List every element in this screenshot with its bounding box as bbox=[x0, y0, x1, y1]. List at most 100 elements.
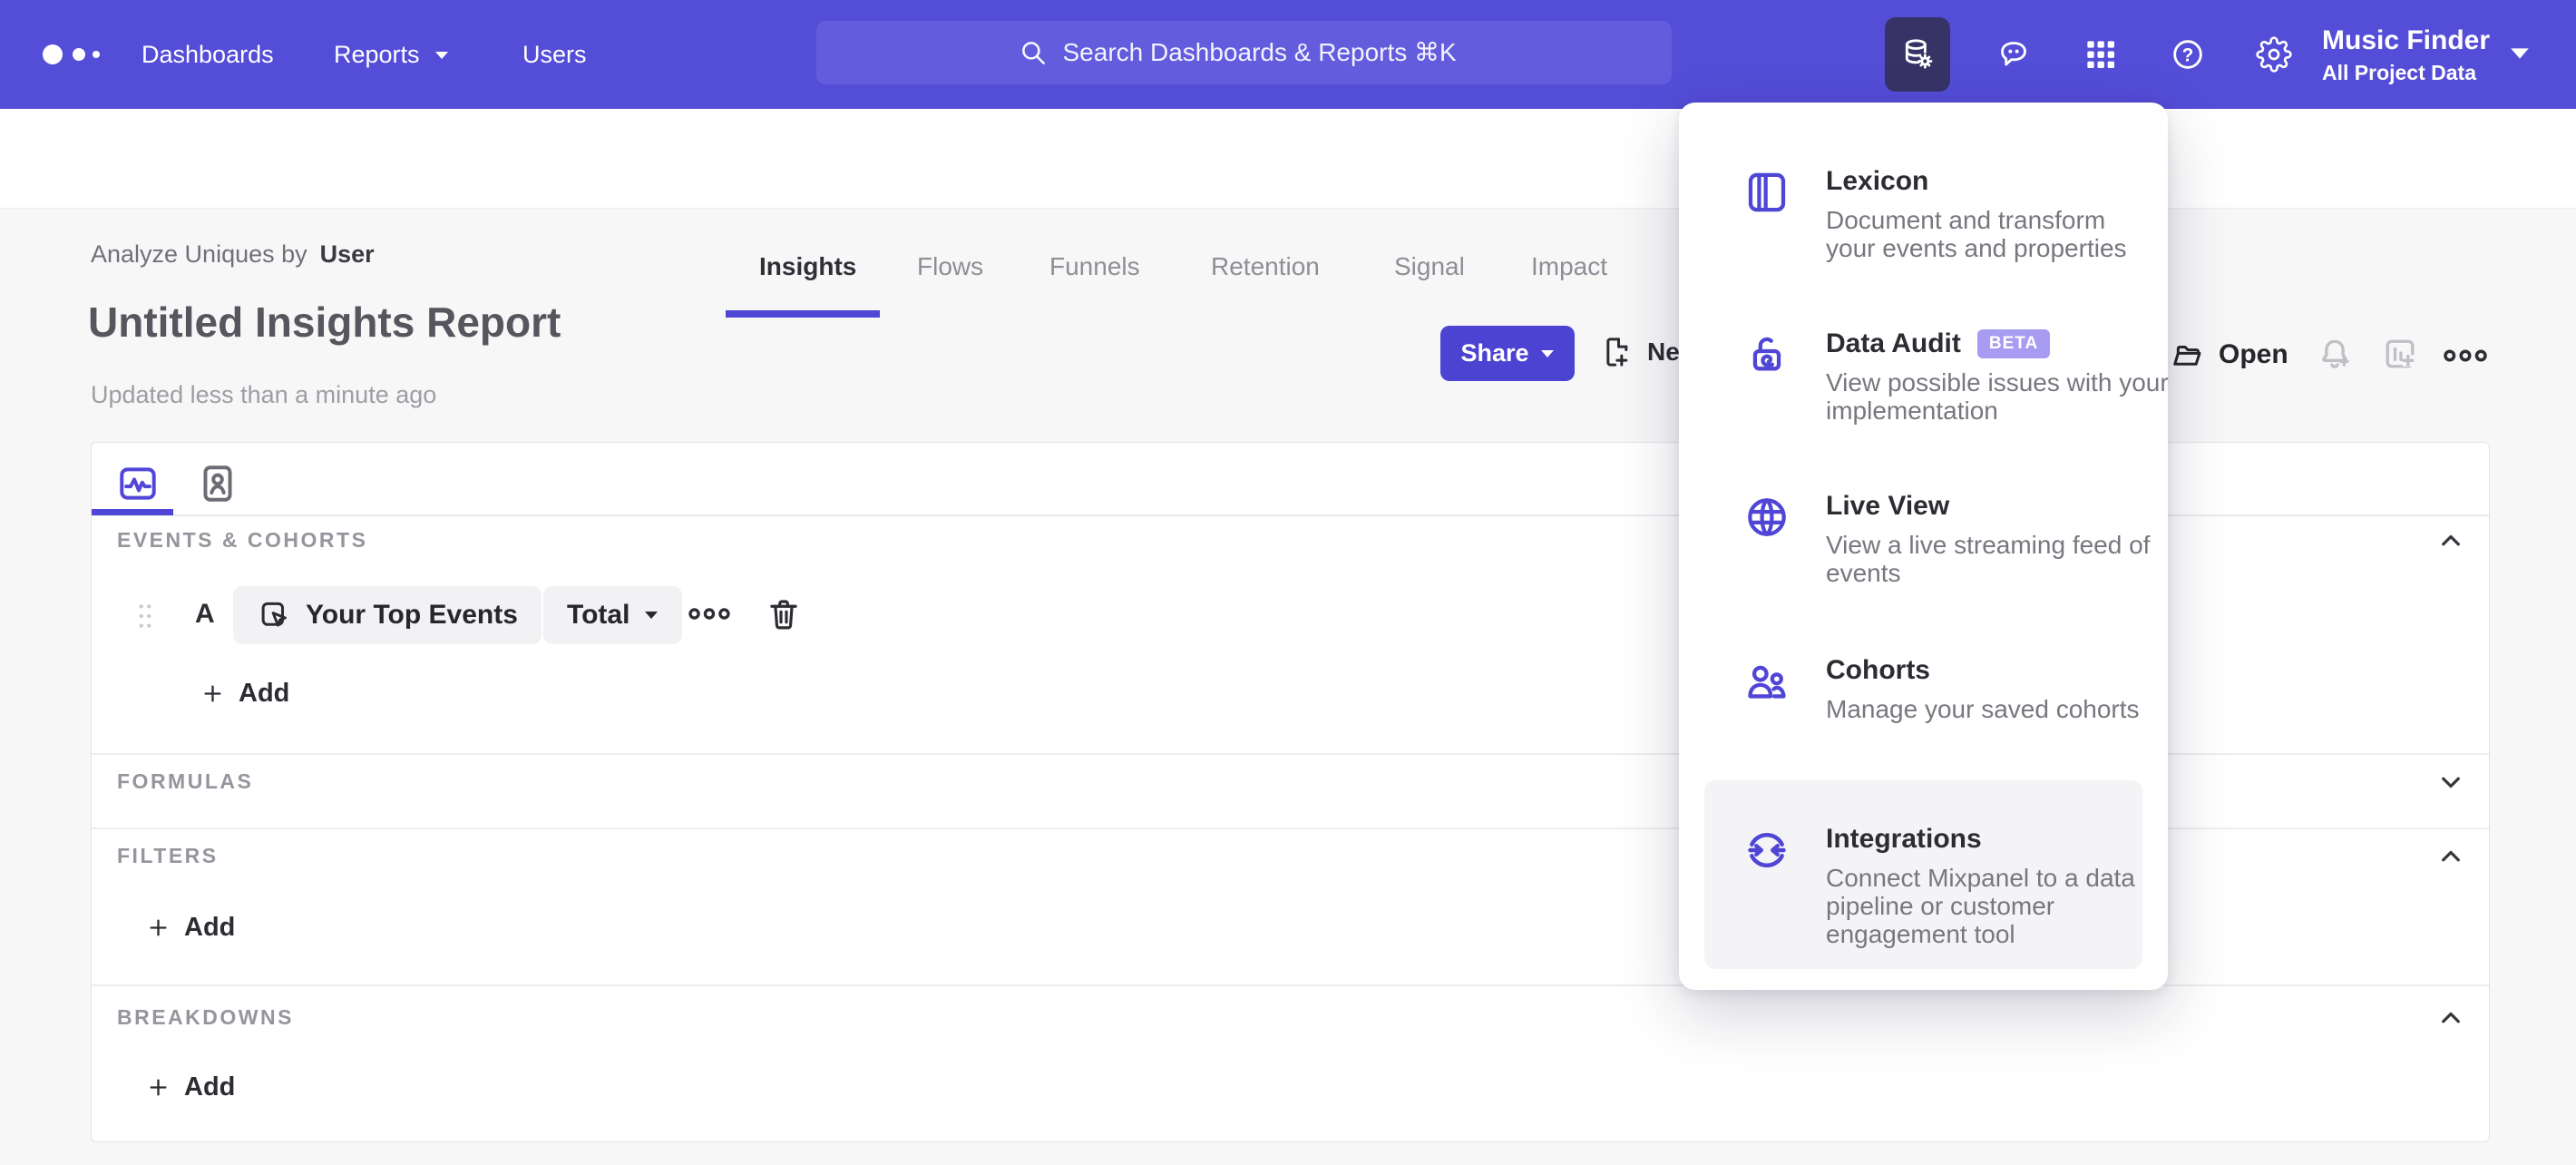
svg-text:?: ? bbox=[2182, 44, 2194, 65]
menu-item-cohorts[interactable]: Cohorts Manage your saved cohorts bbox=[1742, 653, 2189, 723]
lexicon-book-icon bbox=[1748, 172, 1786, 212]
active-view-underline bbox=[92, 509, 173, 515]
analyze-prefix-label: Analyze Uniques by bbox=[91, 240, 307, 268]
create-alert-button[interactable] bbox=[2315, 334, 2355, 378]
settings-button[interactable] bbox=[2256, 36, 2292, 73]
add-label: Add bbox=[184, 1072, 236, 1101]
ellipsis-icon bbox=[2444, 349, 2487, 362]
tab-impact[interactable]: Impact bbox=[1531, 252, 1607, 281]
events-section-label: EVENTS & COHORTS bbox=[117, 528, 368, 552]
menu-item-title: Cohorts bbox=[1826, 655, 1930, 685]
plus-icon bbox=[150, 1079, 167, 1096]
aggregation-selector[interactable]: Total bbox=[543, 586, 683, 644]
chevron-down-icon bbox=[434, 51, 448, 59]
mixpanel-logo-icon[interactable] bbox=[38, 36, 114, 77]
nav-dashboards-label: Dashboards bbox=[141, 41, 274, 68]
collapse-breakdowns-chevron-up-icon[interactable] bbox=[2435, 1002, 2467, 1034]
event-options-button[interactable] bbox=[688, 604, 730, 628]
tab-funnels[interactable]: Funnels bbox=[1049, 252, 1140, 281]
new-document-plus-icon bbox=[1606, 338, 1628, 367]
tab-metrics-view[interactable] bbox=[115, 461, 161, 506]
project-scope: All Project Data bbox=[2322, 61, 2476, 84]
cohorts-people-icon bbox=[1748, 665, 1786, 699]
data-audit-lock-icon bbox=[1752, 337, 1781, 371]
menu-item-title: Live View bbox=[1826, 491, 1950, 521]
project-switcher[interactable]: Music Finder All Project Data bbox=[2322, 24, 2490, 87]
series-letter: A bbox=[195, 599, 215, 629]
expand-formulas-chevron-down-icon[interactable] bbox=[2435, 766, 2467, 798]
add-label: Add bbox=[184, 913, 236, 942]
gear-icon bbox=[2256, 36, 2292, 73]
nav-dashboards[interactable]: Dashboards bbox=[141, 41, 274, 69]
trash-icon bbox=[770, 600, 797, 630]
feedback-bubble-icon bbox=[2001, 42, 2026, 66]
tab-retention[interactable]: Retention bbox=[1211, 252, 1320, 281]
aggregation-value: Total bbox=[567, 600, 630, 630]
add-event-button[interactable]: Add bbox=[200, 679, 289, 709]
global-search[interactable] bbox=[816, 21, 1672, 84]
nav-users[interactable]: Users bbox=[522, 41, 587, 69]
search-input[interactable] bbox=[1062, 38, 1471, 67]
help-icon: ? bbox=[2173, 40, 2202, 69]
breadcrumb: Analyze Uniques by User bbox=[91, 240, 375, 269]
menu-item-live-view[interactable]: Live View View a live streaming feed of … bbox=[1742, 489, 2189, 587]
add-label: Add bbox=[239, 679, 290, 708]
beta-badge: BETA bbox=[1976, 329, 2051, 358]
menu-item-description: Manage your saved cohorts bbox=[1826, 695, 2140, 723]
menu-item-description: View a live streaming feed of events bbox=[1826, 531, 2151, 587]
nav-reports-label: Reports bbox=[334, 41, 420, 68]
more-actions-button[interactable] bbox=[2444, 346, 2487, 370]
add-to-board-button[interactable] bbox=[2380, 334, 2420, 378]
menu-item-title: Lexicon bbox=[1826, 166, 1929, 196]
data-management-button[interactable] bbox=[1885, 17, 1950, 92]
grid-icon bbox=[2087, 41, 2114, 68]
apps-grid-button[interactable] bbox=[2083, 36, 2119, 73]
filters-section-label: FILTERS bbox=[117, 844, 219, 867]
tab-signal[interactable]: Signal bbox=[1394, 252, 1465, 281]
chevron-down-icon bbox=[1540, 349, 1554, 357]
event-selector[interactable]: Your Top Events bbox=[233, 586, 542, 644]
help-button[interactable]: ? bbox=[2170, 36, 2206, 73]
pulse-chart-icon bbox=[120, 467, 156, 500]
data-management-menu: Lexicon Document and transform your even… bbox=[1679, 103, 2169, 990]
drag-handle[interactable] bbox=[135, 601, 155, 636]
add-filter-button[interactable]: Add bbox=[146, 913, 235, 943]
analyze-value-selector[interactable]: User bbox=[320, 240, 375, 269]
plus-icon bbox=[204, 685, 221, 702]
delete-event-button[interactable] bbox=[765, 595, 803, 638]
share-button[interactable]: Share bbox=[1440, 326, 1575, 381]
active-tab-underline bbox=[726, 310, 880, 318]
open-label: Open bbox=[2219, 339, 2288, 369]
chevron-down-icon[interactable] bbox=[2509, 47, 2531, 64]
ellipsis-icon bbox=[688, 608, 730, 620]
profile-card-icon bbox=[203, 465, 232, 502]
tab-flows[interactable]: Flows bbox=[917, 252, 983, 281]
nav-users-label: Users bbox=[522, 41, 587, 68]
menu-item-title: Data Audit bbox=[1826, 328, 1961, 358]
page-title[interactable]: Untitled Insights Report bbox=[88, 298, 561, 347]
feedback-button[interactable] bbox=[1995, 36, 2032, 73]
nav-reports[interactable]: Reports bbox=[334, 41, 449, 69]
menu-item-data-audit[interactable]: Data Audit BETA View possible issues wit… bbox=[1742, 327, 2189, 425]
search-icon bbox=[1021, 42, 1045, 64]
plus-icon bbox=[150, 919, 167, 936]
menu-item-description: Document and transform your events and p… bbox=[1826, 206, 2127, 262]
updated-timestamp: Updated less than a minute ago bbox=[91, 381, 437, 408]
collapse-filters-chevron-up-icon[interactable] bbox=[2435, 840, 2467, 873]
bell-plus-icon bbox=[2322, 339, 2349, 368]
new-report-button[interactable]: Ne bbox=[1598, 334, 1680, 370]
database-gear-icon bbox=[1905, 39, 1933, 69]
menu-item-lexicon[interactable]: Lexicon Document and transform your even… bbox=[1742, 164, 2143, 262]
add-breakdown-button[interactable]: Add bbox=[146, 1072, 235, 1102]
menu-item-description: Connect Mixpanel to a data pipeline or c… bbox=[1826, 864, 2135, 948]
top-nav-bar: Dashboards Reports Users Search Dashboar… bbox=[0, 0, 2576, 109]
tab-profiles-view[interactable] bbox=[195, 461, 240, 506]
board-plus-icon bbox=[2386, 339, 2415, 368]
collapse-events-chevron-up-icon[interactable] bbox=[2435, 524, 2467, 557]
menu-item-description: View possible issues with your implement… bbox=[1826, 368, 2169, 425]
menu-item-title: Integrations bbox=[1826, 824, 1982, 854]
menu-item-integrations[interactable]: Integrations Connect Mixpanel to a data … bbox=[1742, 822, 2157, 948]
formulas-section-label: FORMULAS bbox=[117, 769, 254, 793]
event-name: Your Top Events bbox=[306, 600, 518, 630]
tab-insights[interactable]: Insights bbox=[759, 252, 856, 281]
